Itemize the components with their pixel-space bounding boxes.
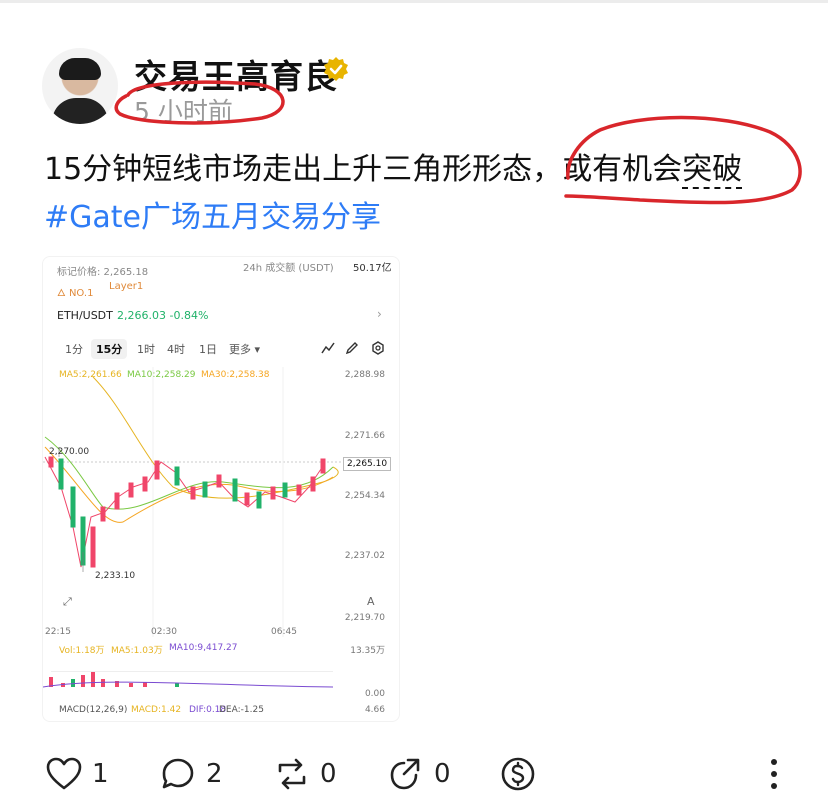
low-label: 2,233.10	[95, 571, 136, 581]
post-text: 15分钟短线市场走出上升三角形形态，或有机会突破	[44, 150, 743, 190]
vol-ma10-label: MA10:9,417.27	[169, 643, 238, 653]
share-icon	[390, 758, 420, 790]
more-options-button[interactable]	[764, 754, 784, 794]
heart-icon	[46, 757, 82, 790]
avatar[interactable]	[42, 48, 118, 124]
comment-icon	[162, 758, 194, 789]
post-text-keyword[interactable]: 突破	[682, 152, 743, 189]
macd-right-tick: 4.66	[364, 705, 385, 715]
verified-badge-icon	[324, 57, 348, 81]
high-label: 2,270.00	[49, 447, 90, 457]
more-vertical-icon	[771, 759, 777, 789]
vol-zero-tick: 0.00	[364, 689, 385, 699]
like-count: 1	[92, 759, 109, 789]
repost-icon	[278, 758, 306, 790]
action-bar: 1 2 0 0	[0, 754, 828, 796]
comment-button[interactable]: 2	[160, 754, 223, 794]
expand-icon[interactable]: ⤢	[63, 595, 72, 609]
hashtag-link[interactable]: #Gate广场五月交易分享	[44, 198, 381, 238]
share-count: 0	[434, 759, 451, 789]
tip-button[interactable]	[500, 754, 536, 794]
vol-label: Vol:1.18万	[59, 646, 105, 656]
time-label-3: 06:45	[271, 627, 297, 637]
repost-count: 0	[320, 759, 337, 789]
macd-label: MACD(12,26,9)	[59, 705, 128, 715]
chart-card[interactable]: 标记价格: 2,265.18 24h 成交额 (USDT) 50.17亿 🜂 N…	[42, 256, 400, 722]
vol-top-tick: 13.35万	[350, 646, 385, 656]
author-name[interactable]: 交易王高育良	[134, 50, 338, 98]
auto-scale-icon[interactable]: A	[367, 595, 375, 608]
time-label-2: 02:30	[151, 627, 177, 637]
post-text-b: 或有机会	[562, 152, 683, 187]
dea-value: DEA:-1.25	[219, 705, 264, 715]
time-label-1: 22:15	[45, 627, 71, 637]
macd-value: MACD:1.42	[131, 705, 182, 715]
vol-ma5-label: MA5:1.03万	[111, 646, 163, 656]
top-divider	[0, 0, 828, 3]
comment-count: 2	[206, 759, 223, 789]
post-text-a: 15分钟短线市场走出上升三角形形态，	[44, 152, 563, 187]
share-button[interactable]: 0	[388, 754, 451, 794]
like-button[interactable]: 1	[46, 754, 109, 794]
post-time: 5 小时前	[134, 97, 233, 126]
dollar-coin-icon	[501, 757, 535, 791]
repost-button[interactable]: 0	[274, 754, 337, 794]
